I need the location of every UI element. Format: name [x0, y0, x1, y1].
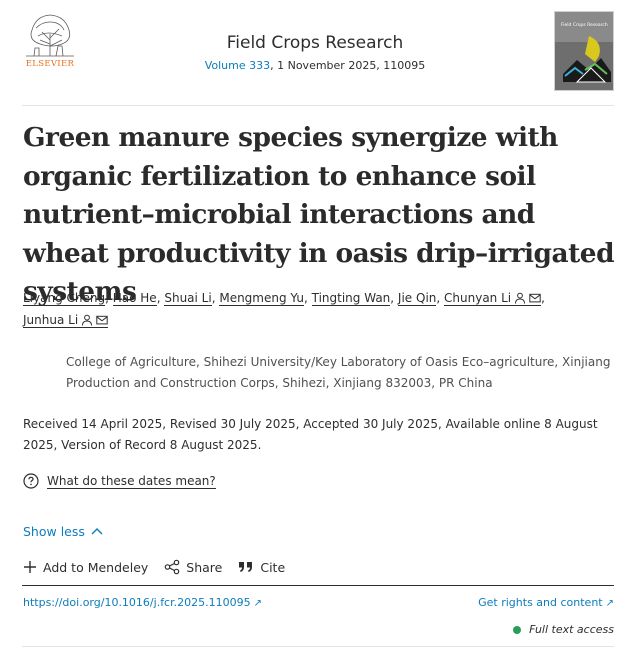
author-item: Chunyan Li, — [444, 291, 545, 306]
access-status-dot — [513, 625, 522, 634]
author-link-corresponding[interactable]: Junhua Li — [23, 313, 109, 328]
cite-label: Cite — [260, 559, 286, 575]
author-separator: , — [303, 291, 312, 305]
journal-cover-image: Field Crops Research — [555, 12, 613, 90]
author-link[interactable]: Hao He — [112, 291, 157, 306]
share-button[interactable]: Share — [164, 559, 222, 575]
author-item: Junhua Li — [23, 313, 109, 328]
share-label: Share — [186, 559, 223, 575]
email-icon — [96, 315, 108, 325]
doi-text: https://doi.org/10.1016/j.fcr.2025.11009… — [23, 596, 251, 609]
article-title: Green manure species synergize with orga… — [23, 122, 615, 307]
rights-link[interactable]: Get rights and content ↗ — [478, 596, 614, 609]
issue-details: , 1 November 2025, 110095 — [270, 59, 426, 72]
dates-help-link[interactable]: What do these dates mean? — [23, 471, 216, 491]
author-item: Jie Qin, — [397, 291, 445, 306]
chevron-up-icon — [91, 528, 103, 535]
author-name: Junhua Li — [23, 313, 79, 327]
external-link-icon: ↗ — [253, 598, 262, 609]
author-link[interactable]: Tingting Wan — [311, 291, 391, 306]
author-item: Hao He, — [112, 291, 165, 306]
publisher-name: ELSEVIER — [25, 59, 75, 69]
author-list: Liyang Cheng, Hao He, Shuai Li, Mengmeng… — [23, 287, 619, 331]
access-label: Full text access — [529, 623, 614, 636]
person-icon — [82, 314, 93, 326]
person-icon — [515, 292, 526, 304]
plus-icon — [24, 561, 36, 573]
add-to-mendeley-button[interactable]: Add to Mendeley — [23, 560, 148, 575]
author-item: Tingting Wan, — [311, 291, 398, 306]
article-header: ELSEVIER Field Crops Research Volume 333… — [0, 0, 626, 106]
author-separator: , — [436, 291, 445, 305]
journal-block: Field Crops Research Volume 333, 1 Novem… — [170, 33, 460, 73]
header-divider — [22, 105, 614, 106]
journal-title[interactable]: Field Crops Research — [170, 33, 460, 53]
actions-divider — [22, 585, 614, 586]
issue-line: Volume 333, 1 November 2025, 110095 — [170, 59, 460, 73]
external-link-icon: ↗ — [605, 598, 614, 609]
author-link[interactable]: Jie Qin — [397, 291, 437, 306]
cite-button[interactable]: Cite — [238, 560, 285, 575]
cover-title: Field Crops Research — [561, 22, 608, 28]
dates-help-label: What do these dates mean? — [47, 473, 216, 489]
show-less-label: Show less — [23, 523, 85, 539]
email-icon — [529, 293, 541, 303]
author-item: Mengmeng Yu, — [219, 291, 312, 306]
author-link[interactable]: Shuai Li — [164, 291, 212, 306]
author-link[interactable]: Liyang Cheng — [23, 291, 106, 306]
mendeley-label: Add to Mendeley — [43, 559, 149, 575]
author-link-corresponding[interactable]: Chunyan Li — [444, 291, 542, 306]
journal-cover[interactable]: Field Crops Research — [554, 11, 614, 91]
rights-text: Get rights and content — [478, 596, 603, 609]
volume-link[interactable]: Volume 333 — [205, 59, 270, 72]
show-less-button[interactable]: Show less — [23, 522, 103, 540]
author-separator: , — [105, 291, 113, 305]
article-actions: Add to Mendeley Share Cite — [23, 556, 301, 578]
author-separator: , — [541, 291, 545, 305]
access-status: Full text access — [513, 623, 614, 636]
article-dates: Received 14 April 2025, Revised 30 July … — [23, 417, 598, 452]
share-icon — [164, 559, 180, 575]
affiliation: College of Agriculture, Shihezi Universi… — [66, 355, 611, 390]
doi-link[interactable]: https://doi.org/10.1016/j.fcr.2025.11009… — [23, 596, 262, 609]
author-link[interactable]: Mengmeng Yu — [219, 291, 304, 306]
author-name: Chunyan Li — [444, 291, 512, 305]
author-item: Shuai Li, — [164, 291, 219, 306]
question-circle-icon — [23, 473, 39, 489]
quote-icon — [239, 562, 253, 572]
author-separator: , — [390, 291, 398, 305]
author-item: Liyang Cheng, — [23, 291, 113, 306]
bottom-divider — [22, 646, 614, 647]
